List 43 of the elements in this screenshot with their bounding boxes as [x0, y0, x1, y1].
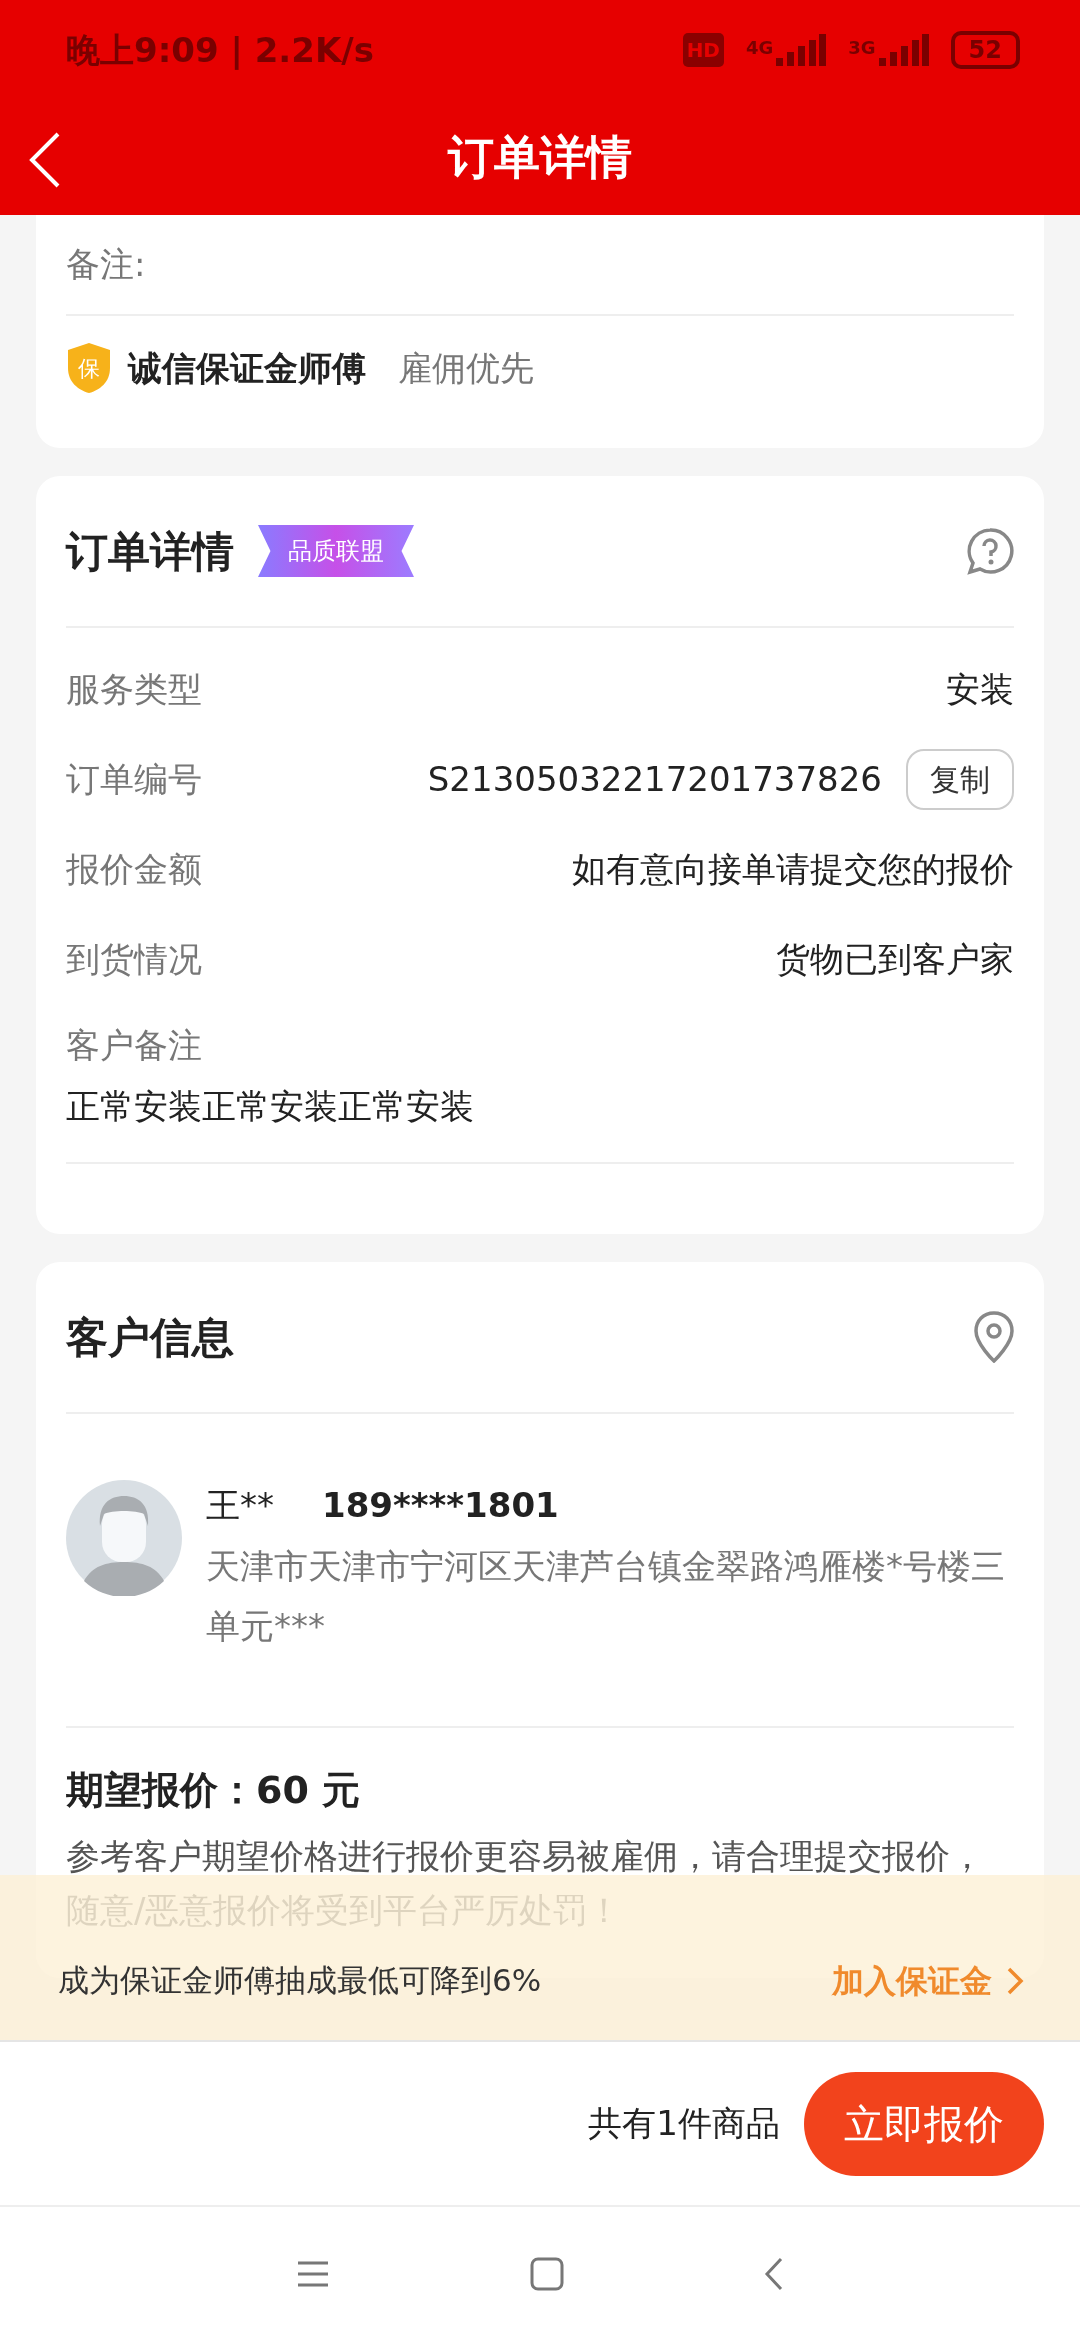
menu-icon — [296, 2259, 330, 2288]
banner-text: 成为保证金师傅抽成最低可降到6% — [58, 1961, 542, 2000]
quote-button[interactable]: 立即报价 — [804, 2071, 1044, 2176]
home-button[interactable] — [530, 2256, 564, 2291]
field-value: 安装 — [946, 667, 1014, 711]
field-value: S21305032217201737826 — [427, 757, 882, 801]
field-label: 到货情况 — [66, 937, 202, 981]
signal-icon — [878, 34, 929, 66]
join-deposit-link[interactable]: 加入保证金 — [832, 1957, 1024, 2005]
help-icon[interactable] — [966, 527, 1014, 575]
network-type: 4G — [745, 36, 774, 60]
field-label: 订单编号 — [66, 757, 202, 801]
quality-tag: 品质联盟 — [258, 525, 414, 577]
battery-indicator: 52 — [950, 31, 1020, 69]
status-time: 晚上9:09 | 2.2K/s — [66, 28, 374, 72]
note-text: 正常安装正常安装正常安装 — [66, 1086, 474, 1126]
location-pin-icon[interactable] — [974, 1311, 1014, 1363]
customer-name: 王** — [206, 1484, 274, 1527]
chevron-right-icon — [1006, 1966, 1024, 1996]
remark-label: 备注: — [66, 244, 146, 284]
section-title: 客户信息 — [66, 1311, 234, 1364]
back-nav-button[interactable] — [764, 2256, 784, 2291]
item-count: 共有1件商品 — [588, 2102, 780, 2145]
back-icon — [764, 2256, 784, 2291]
copy-button[interactable]: 复制 — [906, 748, 1014, 810]
page-title: 订单详情 — [448, 129, 632, 186]
customer-phone: 189****1801 — [322, 1484, 559, 1527]
guarantee-title: 诚信保证金师傅 — [128, 346, 366, 390]
signal-icon — [776, 34, 827, 66]
customer-address: 天津市天津市宁河区天津芦台镇金翠路鸿雁楼*号楼三单元*** — [206, 1545, 1006, 1648]
field-label: 服务类型 — [66, 667, 202, 711]
note-label: 客户备注 — [66, 1025, 202, 1065]
hd-indicator: HD — [682, 33, 724, 67]
square-icon — [530, 2256, 564, 2291]
section-title: 订单详情 — [66, 525, 234, 578]
field-value: 货物已到客户家 — [776, 937, 1014, 981]
menu-button[interactable] — [296, 2259, 330, 2288]
shield-icon: 保 — [66, 342, 112, 394]
network-type: 3G — [848, 36, 876, 60]
expected-price: 期望报价：60 元 — [66, 1768, 361, 1812]
field-label: 报价金额 — [66, 847, 202, 891]
guarantee-subtitle: 雇佣优先 — [398, 346, 534, 390]
field-value: 如有意向接单请提交您的报价 — [572, 847, 1014, 891]
